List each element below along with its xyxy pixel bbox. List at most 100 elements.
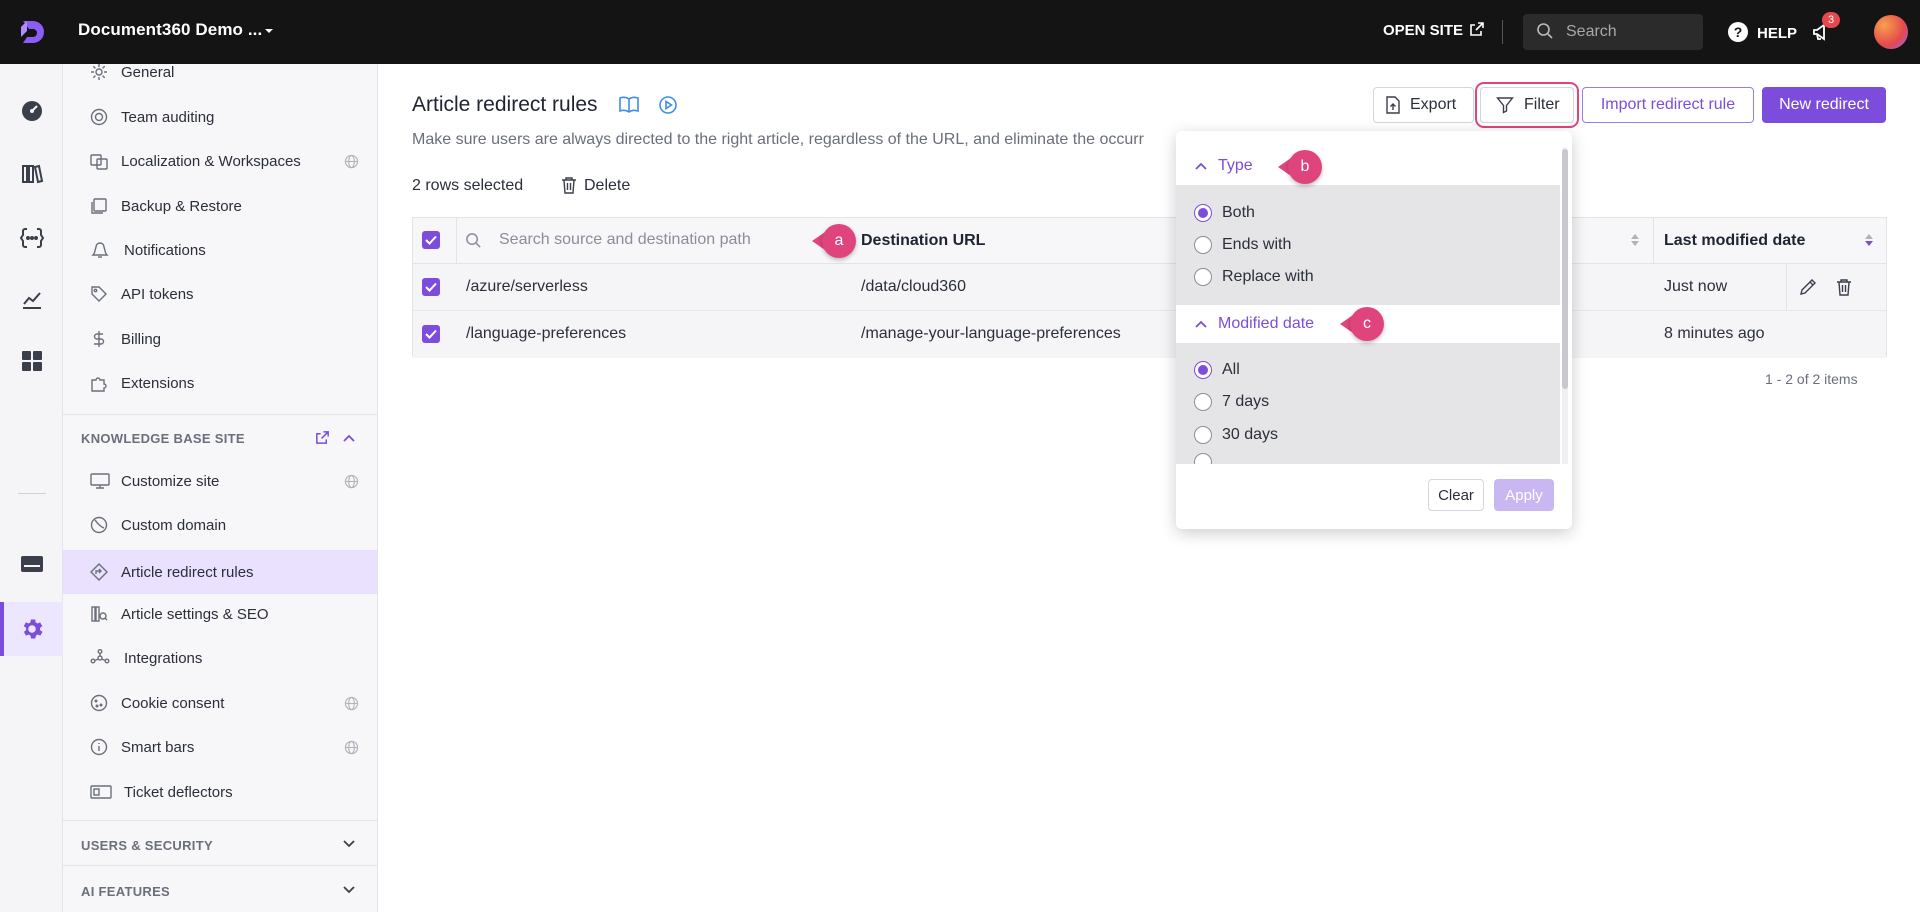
documents-icon[interactable] (18, 160, 46, 188)
apply-button[interactable]: Apply (1494, 479, 1554, 511)
sidebar-item-smart-bars[interactable]: Smart bars (63, 727, 377, 767)
chevron-down-icon[interactable] (342, 883, 356, 897)
sidebar-item-api-tokens[interactable]: API tokens (63, 274, 377, 314)
help-icon[interactable]: ? (1728, 22, 1748, 42)
sidebar-item-notifications[interactable]: Notifications (63, 230, 377, 270)
chevron-down-icon[interactable] (342, 837, 356, 851)
radio-unselected[interactable] (1194, 268, 1212, 286)
radio-unselected[interactable] (1194, 236, 1212, 254)
option-label: Ends with (1222, 236, 1292, 253)
column-divider (1786, 264, 1787, 310)
external-link-icon[interactable] (1468, 20, 1486, 38)
gear-icon (90, 64, 108, 81)
type-section-header[interactable]: Type (1176, 147, 1560, 185)
delete-button[interactable]: Delete (584, 177, 630, 195)
sidebar-item-custom-domain[interactable]: Custom domain (63, 505, 377, 545)
column-header-destination[interactable]: Destination URL (861, 232, 985, 250)
select-all-checkbox[interactable] (422, 231, 440, 249)
sidebar-item-ticket-deflectors[interactable]: Ticket deflectors (63, 772, 377, 812)
analytics-icon[interactable] (18, 285, 46, 313)
settings-icon[interactable] (18, 615, 46, 643)
filter-button[interactable]: Filter (1480, 87, 1574, 123)
avatar[interactable] (1874, 15, 1908, 49)
project-name[interactable]: Document360 Demo ... (78, 20, 262, 40)
table-row[interactable]: /language-preferences /manage-your-langu… (413, 311, 1886, 358)
widgets-icon[interactable] (18, 347, 46, 375)
ai-features-section-header[interactable]: AI FEATURES (63, 865, 377, 909)
destination-url: /manage-your-language-preferences (861, 325, 1121, 342)
search-placeholder: Search (1566, 23, 1617, 40)
edit-pencil-icon[interactable] (1799, 278, 1817, 296)
chevron-down-icon[interactable] (262, 24, 276, 38)
sidebar-item-extensions[interactable]: Extensions (63, 363, 377, 403)
new-redirect-button[interactable]: New redirect (1762, 87, 1886, 123)
trash-icon[interactable] (561, 176, 577, 194)
destination-url: /data/cloud360 (861, 278, 966, 295)
globe-icon (344, 474, 359, 489)
help-link[interactable]: HELP (1757, 25, 1797, 42)
sidebar-item-customize-site[interactable]: Customize site (63, 461, 377, 501)
date-option-30-days[interactable]: 30 days (1194, 423, 1278, 447)
export-button[interactable]: Export (1373, 87, 1474, 123)
clear-button[interactable]: Clear (1428, 479, 1484, 511)
sidebar-item-label: Extensions (121, 374, 195, 392)
open-site-link[interactable]: OPEN SITE (1383, 22, 1463, 39)
chevron-up-icon[interactable] (342, 431, 356, 445)
sidebar-item-localization[interactable]: Localization & Workspaces (63, 141, 377, 181)
external-link-icon[interactable] (314, 429, 331, 446)
sort-icon[interactable] (1864, 233, 1874, 247)
option-label: 7 days (1222, 393, 1270, 410)
app-rail (0, 64, 63, 912)
table-header: Search source and destination path Desti… (413, 218, 1886, 264)
document360-logo-icon[interactable] (14, 14, 50, 50)
chevron-up-icon[interactable] (1194, 160, 1208, 172)
divider (1502, 20, 1503, 44)
callout-b: b (1278, 150, 1322, 184)
radio-selected[interactable] (1194, 361, 1212, 379)
row-checkbox[interactable] (422, 325, 440, 343)
dropdown-scrollbar-thumb[interactable] (1562, 149, 1568, 389)
trash-icon[interactable] (1836, 278, 1852, 296)
sidebar-item-billing[interactable]: Billing (63, 319, 377, 359)
type-option-both[interactable]: Both (1194, 201, 1255, 225)
table-search-input[interactable]: Search source and destination path (499, 231, 751, 249)
type-option-ends-with[interactable]: Ends with (1194, 233, 1291, 257)
notification-icon (90, 241, 109, 259)
callout-a: a (812, 224, 856, 258)
sidebar-item-cookie-consent[interactable]: Cookie consent (63, 683, 377, 723)
column-header-last-modified[interactable]: Last modified date (1664, 232, 1805, 250)
sidebar-item-article-settings-seo[interactable]: Article settings & SEO (63, 594, 377, 634)
dollar-icon (90, 330, 108, 348)
sidebar-item-label: Ticket deflectors (124, 783, 233, 801)
sidebar-item-integrations[interactable]: Integrations (63, 638, 377, 678)
seo-icon (90, 605, 108, 623)
date-option-7-days[interactable]: 7 days (1194, 390, 1269, 414)
knowledge-base-section-header[interactable]: KNOWLEDGE BASE SITE (63, 414, 377, 460)
section-title: KNOWLEDGE BASE SITE (81, 431, 245, 446)
pagination-info: 1 - 2 of 2 items (1765, 371, 1858, 387)
import-redirect-rule-button[interactable]: Import redirect rule (1582, 87, 1754, 123)
row-checkbox[interactable] (422, 278, 440, 296)
table-row[interactable]: /azure/serverless /data/cloud360 Just no… (413, 264, 1886, 311)
users-security-section-header[interactable]: USERS & SECURITY (63, 820, 377, 864)
api-icon[interactable] (18, 224, 46, 252)
tag-icon (90, 285, 108, 303)
play-video-icon[interactable] (658, 95, 678, 115)
chevron-up-icon[interactable] (1194, 318, 1208, 330)
radio-selected[interactable] (1194, 204, 1212, 222)
radio-unselected[interactable] (1194, 426, 1212, 444)
drive-icon[interactable] (18, 550, 46, 578)
radio-unselected[interactable] (1194, 393, 1212, 411)
type-option-replace-with[interactable]: Replace with (1194, 265, 1314, 289)
sidebar-item-backup-restore[interactable]: Backup & Restore (63, 186, 377, 226)
info-icon (90, 738, 108, 756)
dashboard-icon[interactable] (18, 97, 46, 125)
sidebar-item-article-redirect-rules[interactable]: Article redirect rules (63, 550, 377, 594)
sidebar-item-team-auditing[interactable]: Team auditing (63, 97, 377, 137)
column-divider (1653, 218, 1654, 264)
date-option-all[interactable]: All (1194, 358, 1240, 382)
sidebar-item-general[interactable]: General (63, 64, 377, 92)
book-icon[interactable] (618, 95, 640, 115)
last-modified: 8 minutes ago (1664, 325, 1765, 342)
sort-icon[interactable] (1630, 233, 1640, 247)
